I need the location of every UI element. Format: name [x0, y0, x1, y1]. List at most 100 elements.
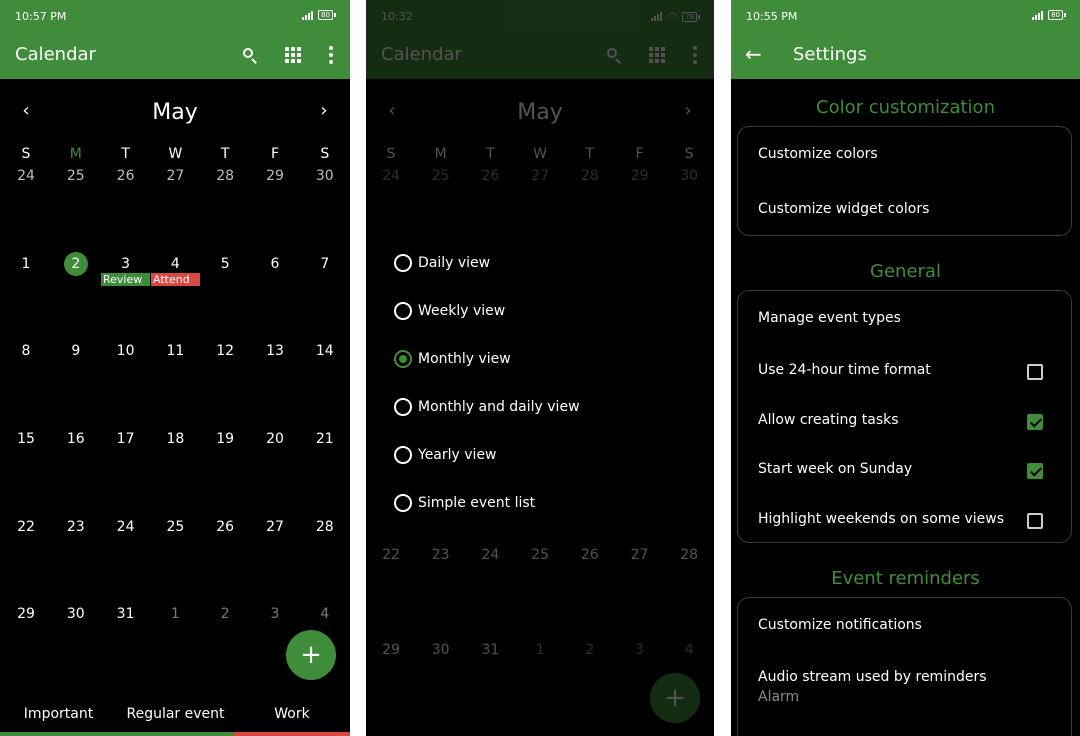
legend-color-bar — [234, 732, 350, 736]
setting-toggle-label[interactable]: Highlight weekends on some views — [758, 511, 1004, 527]
day-cell[interactable]: 19 — [200, 431, 250, 447]
view-grid-icon — [642, 40, 672, 70]
day-cell[interactable]: 3 — [250, 606, 300, 622]
day-cell[interactable]: 24 — [101, 519, 151, 535]
day-cell[interactable]: 30 — [300, 168, 350, 184]
day-number: 3 — [270, 606, 280, 622]
back-arrow-icon[interactable]: ← — [745, 42, 762, 66]
day-number: 14 — [315, 343, 334, 359]
day-number: 17 — [116, 431, 135, 447]
view-option-label: Monthly view — [418, 351, 511, 367]
setting-checkbox[interactable] — [1027, 414, 1043, 430]
day-number: 2 — [71, 256, 81, 272]
day-cell[interactable]: 31 — [101, 606, 151, 622]
day-cell[interactable]: 26 — [101, 168, 151, 184]
next-month-chevron-icon[interactable]: › — [314, 100, 334, 121]
day-cell[interactable]: 3 — [101, 256, 151, 272]
day-cell[interactable]: 30 — [51, 606, 101, 622]
day-cell[interactable]: 27 — [250, 519, 300, 535]
day-cell[interactable]: 16 — [51, 431, 101, 447]
day-cell[interactable]: 24 — [1, 168, 51, 184]
day-cell[interactable]: 13 — [250, 343, 300, 359]
day-cell[interactable]: 23 — [51, 519, 101, 535]
day-cell[interactable]: 1 — [1, 256, 51, 272]
day-cell: 24 — [481, 547, 500, 563]
search-icon[interactable] — [235, 40, 265, 70]
radio-button[interactable] — [394, 398, 412, 416]
day-cell[interactable]: 25 — [51, 168, 101, 184]
day-cell[interactable]: 18 — [150, 431, 200, 447]
weekday-label: W — [533, 146, 548, 162]
day-cell[interactable]: 7 — [300, 256, 350, 272]
day-cell[interactable]: 26 — [200, 519, 250, 535]
add-event-button[interactable]: + — [286, 630, 336, 680]
day-cell[interactable]: 4 — [150, 256, 200, 272]
setting-toggle-label[interactable]: Start week on Sunday — [758, 461, 912, 477]
day-cell[interactable]: 11 — [150, 343, 200, 359]
day-cell[interactable]: 14 — [300, 343, 350, 359]
day-cell[interactable]: 5 — [200, 256, 250, 272]
day-cell: 27 — [531, 168, 549, 184]
weekday-label: F — [635, 146, 644, 162]
day-number: 10 — [116, 343, 135, 359]
day-cell[interactable]: 28 — [300, 519, 350, 535]
setting-checkbox[interactable] — [1027, 513, 1043, 529]
more-options-icon[interactable] — [316, 40, 346, 70]
view-option-label: Weekly view — [418, 303, 506, 319]
day-cell[interactable]: 2 — [200, 606, 250, 622]
day-cell[interactable]: 2 — [51, 252, 101, 276]
day-cell[interactable]: 4 — [300, 606, 350, 622]
day-cell[interactable]: 20 — [250, 431, 300, 447]
status-time: 10:55 PM — [746, 10, 798, 23]
day-cell[interactable]: 29 — [250, 168, 300, 184]
setting-checkbox[interactable] — [1027, 463, 1043, 479]
radio-button[interactable] — [394, 302, 412, 320]
day-cell[interactable]: 9 — [51, 343, 101, 359]
day-cell[interactable]: 6 — [250, 256, 300, 272]
setting-toggle-label[interactable]: Use 24-hour time format — [758, 362, 931, 378]
view-option[interactable]: Monthly and daily view — [394, 395, 580, 419]
day-cell[interactable]: 25 — [150, 519, 200, 535]
day-cell[interactable]: 22 — [1, 519, 51, 535]
day-number: 23 — [66, 519, 85, 535]
settings-screen: 10:55 PM 80 ← Settings Color customizati… — [731, 0, 1080, 736]
customize-notifications-item[interactable]: Customize notifications — [758, 617, 922, 633]
day-cell[interactable]: 29 — [1, 606, 51, 622]
audio-stream-item[interactable]: Audio stream used by reminders — [758, 669, 987, 685]
customize-colors-item[interactable]: Customize colors — [758, 146, 878, 162]
day-cell[interactable]: 10 — [101, 343, 151, 359]
radio-button[interactable] — [394, 254, 412, 272]
setting-toggle-label[interactable]: Allow creating tasks — [758, 412, 899, 428]
radio-button[interactable] — [394, 350, 412, 368]
day-cell[interactable]: 12 — [200, 343, 250, 359]
customize-widget-colors-item[interactable]: Customize widget colors — [758, 201, 929, 217]
radio-button[interactable] — [394, 494, 412, 512]
day-cell: 23 — [431, 547, 450, 563]
view-option[interactable]: Simple event list — [394, 491, 535, 515]
radio-button[interactable] — [394, 446, 412, 464]
view-option-label: Yearly view — [418, 447, 497, 463]
weekday-label: S — [21, 146, 31, 162]
event-chip[interactable]: Review — [101, 273, 150, 286]
day-cell[interactable]: 15 — [1, 431, 51, 447]
legend-item: Regular event — [126, 706, 225, 722]
day-cell[interactable]: 21 — [300, 431, 350, 447]
day-cell[interactable]: 8 — [1, 343, 51, 359]
day-number: 12 — [216, 343, 235, 359]
view-option[interactable]: Weekly view — [394, 299, 505, 323]
event-chip[interactable]: Attend — [151, 273, 200, 286]
day-number: 19 — [216, 431, 235, 447]
view-option[interactable]: Monthly view — [394, 347, 511, 371]
view-grid-icon[interactable] — [278, 40, 308, 70]
day-cell[interactable]: 1 — [150, 606, 200, 622]
view-option[interactable]: Yearly view — [394, 443, 497, 467]
manage-event-types-item[interactable]: Manage event types — [758, 310, 901, 326]
day-number: 3 — [121, 256, 131, 272]
day-number: 26 — [216, 519, 235, 535]
day-cell[interactable]: 27 — [150, 168, 200, 184]
day-cell[interactable]: 17 — [101, 431, 151, 447]
month-title: May — [152, 100, 198, 125]
day-cell[interactable]: 28 — [200, 168, 250, 184]
view-option[interactable]: Daily view — [394, 251, 490, 275]
setting-checkbox[interactable] — [1027, 364, 1043, 380]
